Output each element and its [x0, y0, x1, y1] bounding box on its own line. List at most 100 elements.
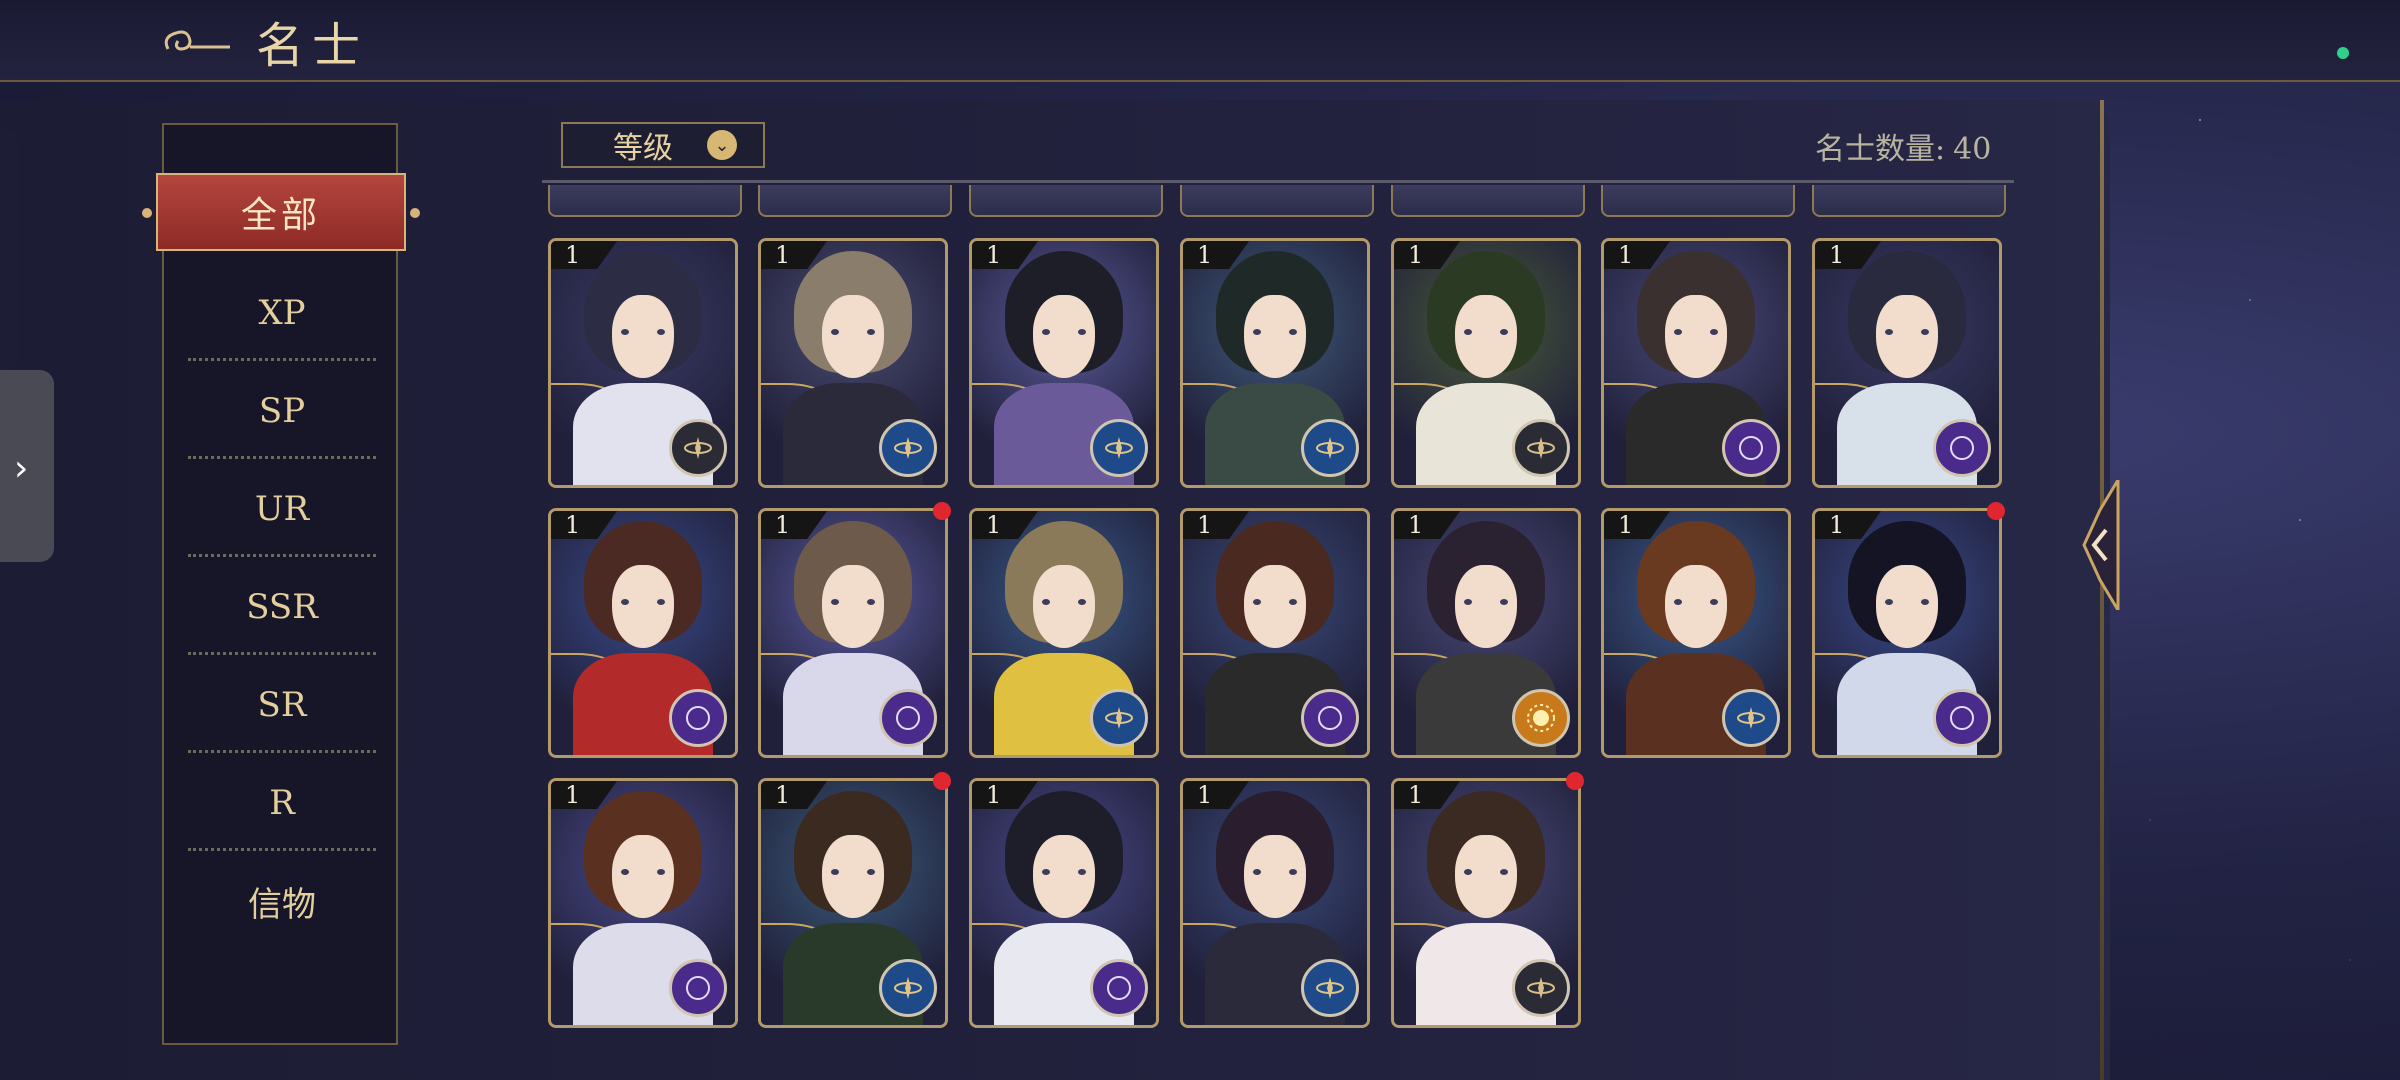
portrait-eyes: [1041, 598, 1087, 609]
chevron-right-icon: ›: [14, 448, 29, 489]
notification-dot: [1566, 772, 1584, 790]
count-value: 40: [1953, 132, 1992, 167]
blue-compass-icon: [1301, 419, 1359, 477]
portrait-eyes: [1041, 328, 1087, 339]
portrait-eyes: [1041, 868, 1087, 879]
orange-sun-icon: [1512, 689, 1570, 747]
divider: [188, 456, 376, 459]
filter-token[interactable]: 信物: [188, 853, 376, 949]
portrait-eyes: [620, 868, 666, 879]
sort-label: 等级: [613, 131, 673, 166]
notification-dot: [933, 772, 951, 790]
blue-compass-icon: [1090, 419, 1148, 477]
portrait-eyes: [1463, 328, 1509, 339]
portrait-eyes: [1884, 328, 1930, 339]
hero-count: 名士数量: 40: [1815, 124, 1991, 168]
blue-compass-icon: [1090, 689, 1148, 747]
hero-card[interactable]: 1: [1391, 778, 1581, 1028]
hero-card[interactable]: 1: [1180, 238, 1370, 488]
hero-card[interactable]: 1: [1812, 238, 2002, 488]
expand-sidebar-button[interactable]: ›: [0, 370, 54, 562]
hero-card[interactable]: 1: [969, 778, 1159, 1028]
filter-xp[interactable]: XP: [188, 265, 376, 361]
filter-label: SR: [257, 685, 307, 725]
filter-sp[interactable]: SP: [188, 363, 376, 459]
filter-all-active[interactable]: 全部: [142, 173, 420, 251]
side-drawer-edge[interactable]: [0, 130, 18, 370]
hero-card[interactable]: 1: [758, 238, 948, 488]
filter-label: 信物: [248, 884, 316, 925]
blue-compass-icon: [1301, 959, 1359, 1017]
portrait-eyes: [1463, 868, 1509, 879]
hero-card[interactable]: 1: [1391, 508, 1581, 758]
purple-moon-icon: [669, 959, 727, 1017]
hero-card[interactable]: 1: [548, 508, 738, 758]
portrait-eyes: [830, 328, 876, 339]
portrait-eyes: [1884, 598, 1930, 609]
card-peek: [1601, 185, 1795, 217]
hero-card[interactable]: 1: [758, 508, 948, 758]
blue-compass-icon: [1722, 689, 1780, 747]
hero-card[interactable]: 1: [548, 238, 738, 488]
card-peek: [548, 185, 742, 217]
purple-moon-icon: [669, 689, 727, 747]
hero-card[interactable]: 1: [1180, 778, 1370, 1028]
filter-sr[interactable]: SR: [188, 657, 376, 753]
purple-moon-icon: [1933, 689, 1991, 747]
purple-moon-icon: [1722, 419, 1780, 477]
card-peek: [1391, 185, 1585, 217]
notification-dot: [1987, 502, 2005, 520]
purple-moon-icon: [1933, 419, 1991, 477]
filter-label: SP: [258, 391, 306, 431]
portrait-eyes: [620, 598, 666, 609]
portrait-eyes: [1252, 868, 1298, 879]
card-peek: [1180, 185, 1374, 217]
purple-moon-icon: [1301, 689, 1359, 747]
hero-card[interactable]: 1: [1601, 508, 1791, 758]
hero-card[interactable]: 1: [1391, 238, 1581, 488]
blue-compass-icon: [879, 959, 937, 1017]
filter-label: XP: [258, 293, 306, 333]
divider: [188, 848, 376, 851]
title-group: 名士: [160, 6, 368, 76]
filter-nav: XP SP UR SSR SR R 信物: [162, 123, 398, 1045]
collapse-arrow-icon[interactable]: [2080, 480, 2120, 610]
gold-compass-icon: [669, 419, 727, 477]
notification-dot: [933, 502, 951, 520]
divider: [188, 652, 376, 655]
hero-card[interactable]: 1: [1180, 508, 1370, 758]
divider: [188, 750, 376, 753]
hero-card[interactable]: 1: [1812, 508, 2002, 758]
blue-compass-icon: [879, 419, 937, 477]
filter-ssr[interactable]: SSR: [188, 559, 376, 655]
portrait-eyes: [1252, 328, 1298, 339]
card-peek: [969, 185, 1163, 217]
hero-card[interactable]: 1: [548, 778, 738, 1028]
hero-card[interactable]: 1: [969, 238, 1159, 488]
hero-card[interactable]: 1: [758, 778, 948, 1028]
portrait-eyes: [620, 328, 666, 339]
top-bar: 名士: [0, 0, 2400, 82]
status-dot: [2337, 47, 2349, 59]
hero-card[interactable]: 1: [969, 508, 1159, 758]
cloud-emblem-icon: [164, 30, 230, 51]
filter-label: 全部: [240, 195, 321, 236]
divider: [188, 358, 376, 361]
count-label: 名士数量:: [1815, 132, 1946, 167]
gold-compass-icon: [1512, 959, 1570, 1017]
portrait-eyes: [1673, 598, 1719, 609]
divider: [188, 554, 376, 557]
sort-dropdown[interactable]: 等级 ⌄: [561, 122, 765, 168]
hero-card[interactable]: 1: [1601, 238, 1791, 488]
chevron-down-icon: ⌄: [707, 130, 737, 160]
card-peek: [758, 185, 952, 217]
filter-r[interactable]: R: [188, 755, 376, 851]
purple-moon-icon: [879, 689, 937, 747]
filter-label: UR: [254, 489, 310, 529]
filter-ur[interactable]: UR: [188, 461, 376, 557]
page-title: 名士: [256, 18, 369, 74]
portrait-eyes: [830, 598, 876, 609]
gold-compass-icon: [1512, 419, 1570, 477]
scroll-top-divider: [542, 180, 2014, 183]
portrait-eyes: [1463, 598, 1509, 609]
